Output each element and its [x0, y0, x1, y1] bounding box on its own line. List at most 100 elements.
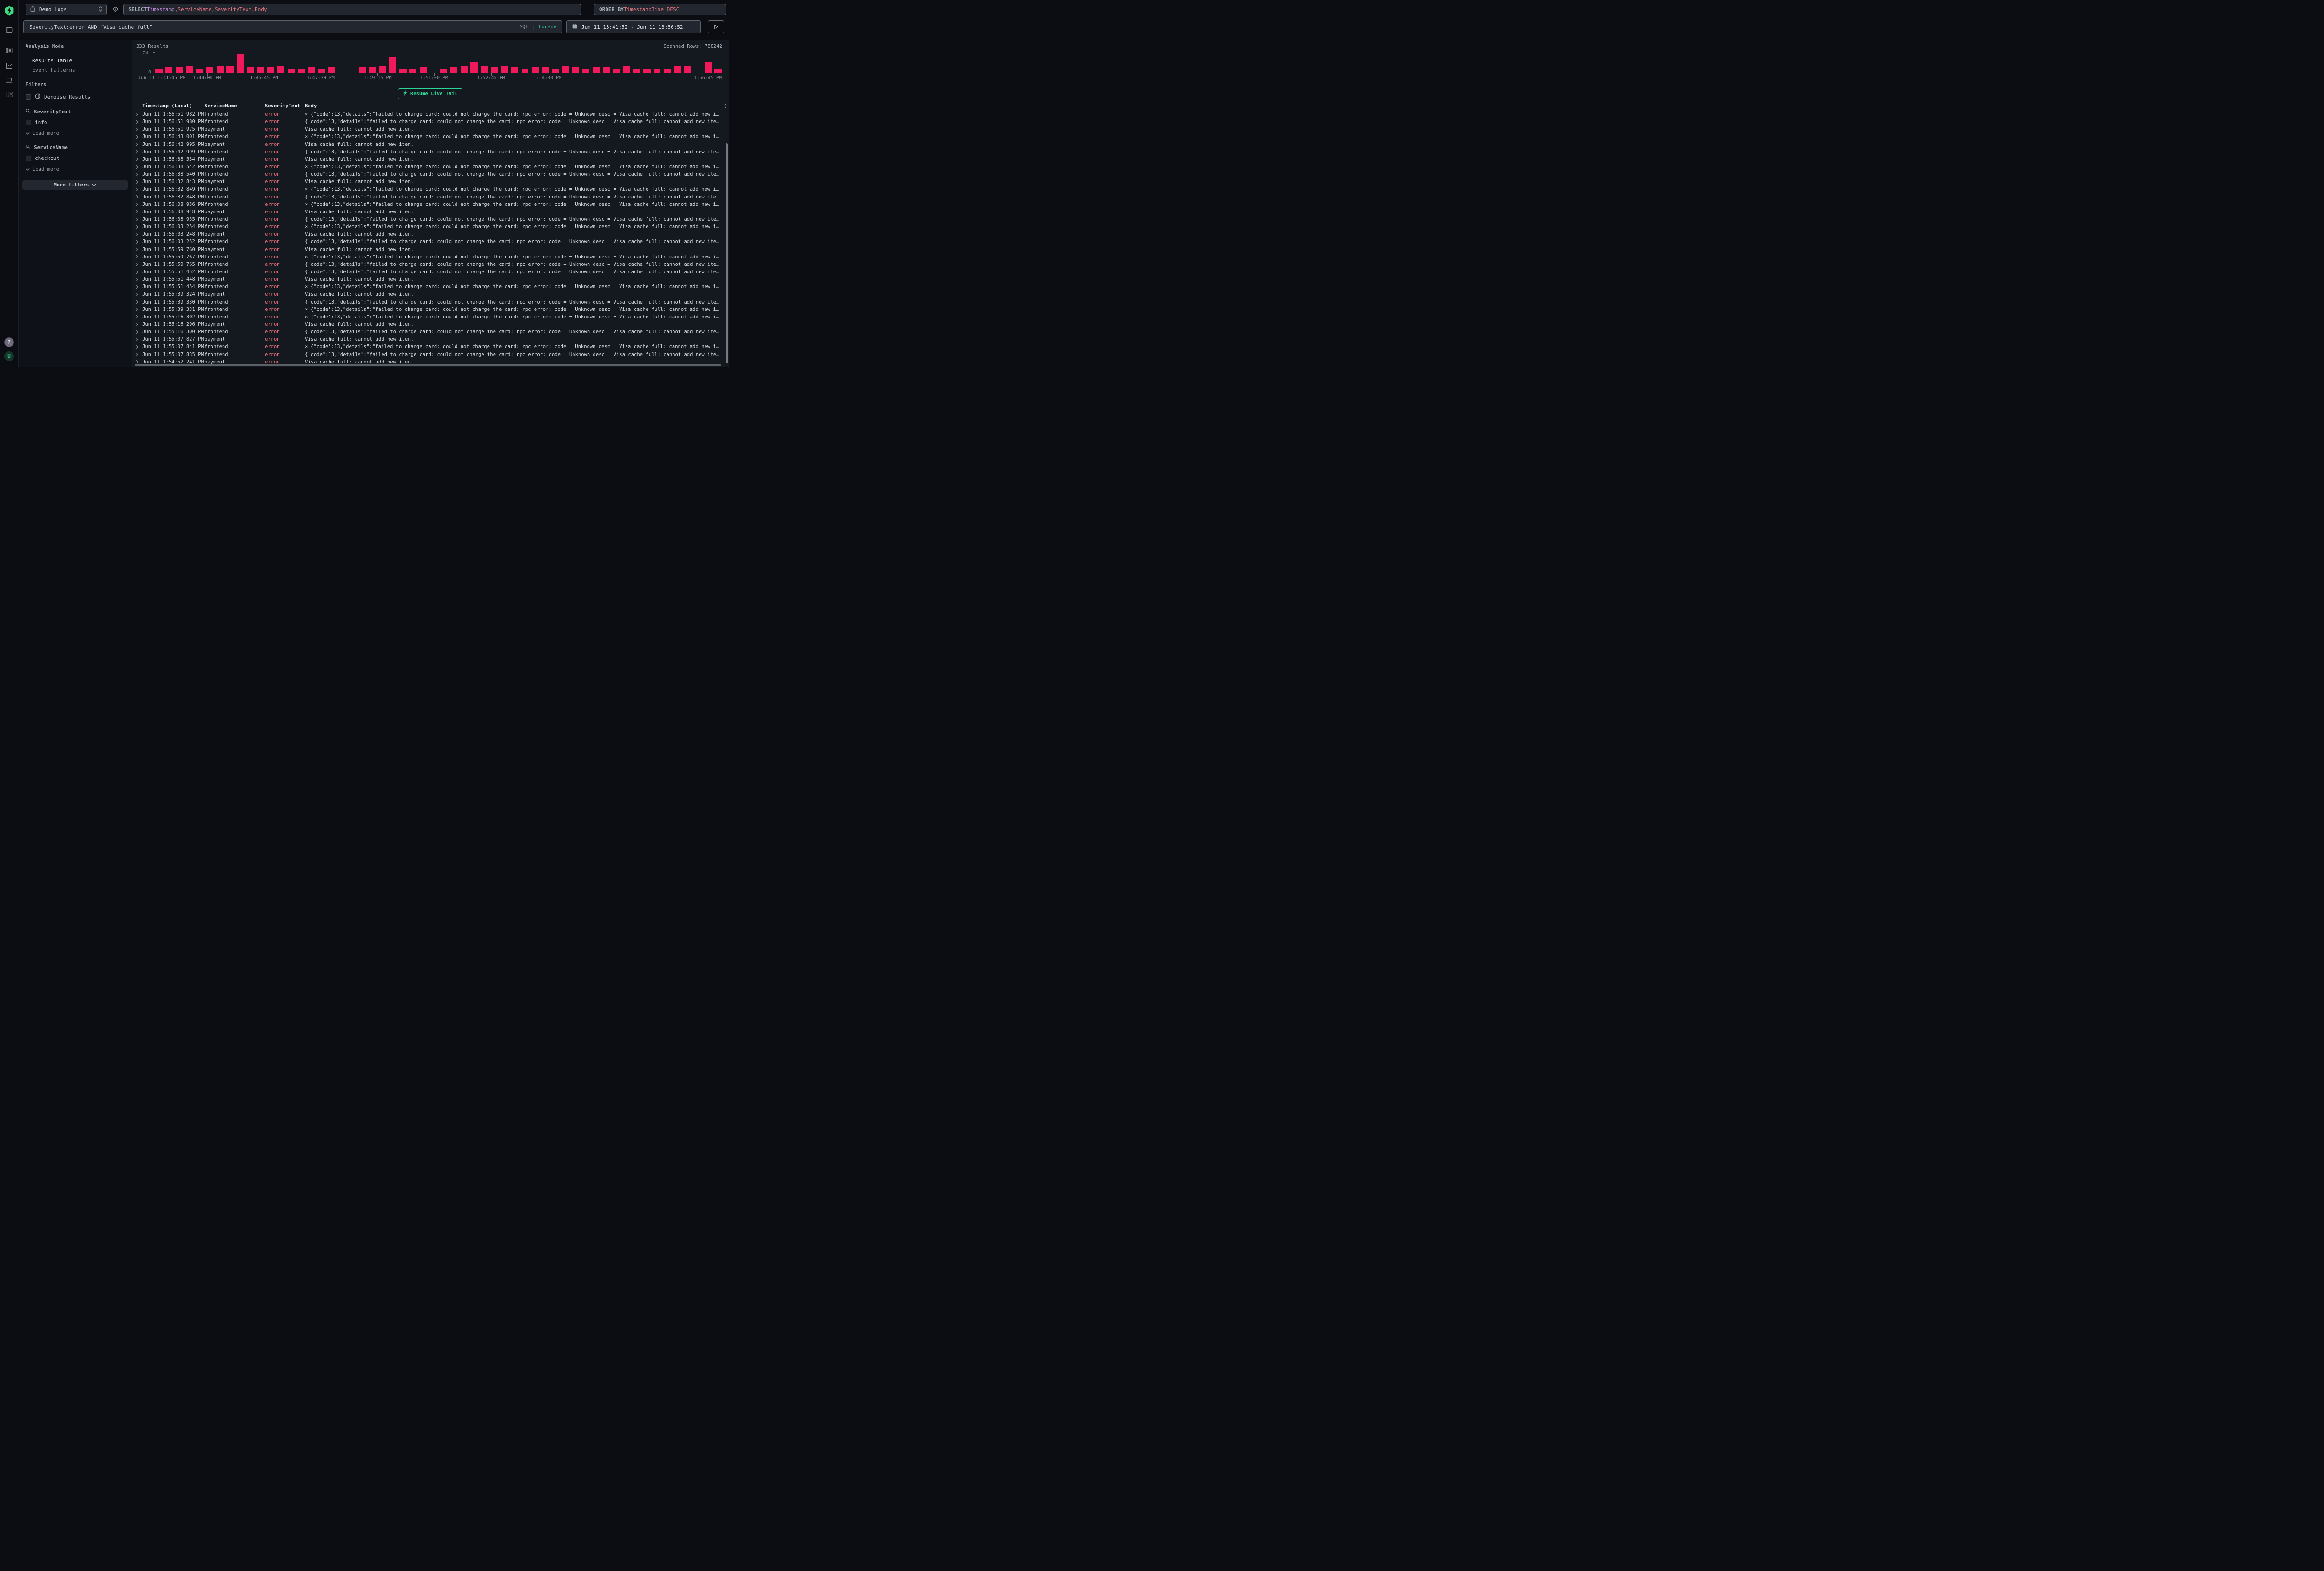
expand-row-chevron-icon[interactable] [135, 270, 142, 274]
chart-bar[interactable] [359, 67, 366, 73]
chart-bar[interactable] [277, 66, 284, 73]
column-header-servicename[interactable]: ServiceName [205, 103, 265, 109]
filter-group-title[interactable]: SeverityText [26, 108, 128, 115]
expand-row-chevron-icon[interactable] [135, 172, 142, 177]
date-range-picker[interactable]: Jun 11 13:41:52 - Jun 11 13:56:52 [566, 20, 701, 33]
log-row[interactable]: Jun 11 1:55:39.330 PMfrontenderror{"code… [135, 298, 729, 306]
log-row[interactable]: Jun 11 1:55:39.324 PMpaymenterrorVisa ca… [135, 290, 729, 298]
log-row[interactable]: Jun 11 1:56:03.248 PMpaymenterrorVisa ca… [135, 231, 729, 238]
chart-bar[interactable] [633, 69, 640, 73]
log-row[interactable]: Jun 11 1:55:39.331 PMfrontenderror×{"cod… [135, 306, 729, 313]
resume-live-tail-button[interactable]: Resume Live Tail [398, 88, 462, 99]
select-columns-input[interactable]: SELECT Timestamp, ServiceName, SeverityT… [123, 4, 581, 15]
log-row[interactable]: Jun 11 1:56:03.252 PMfrontenderror{"code… [135, 238, 729, 245]
expand-row-chevron-icon[interactable] [135, 180, 142, 184]
chart-bar[interactable] [542, 67, 549, 73]
chart-bar[interactable] [623, 66, 630, 73]
chart-bar[interactable] [399, 69, 406, 73]
expand-row-chevron-icon[interactable] [135, 112, 142, 117]
log-row[interactable]: Jun 11 1:56:32.849 PMfrontenderror×{"cod… [135, 185, 729, 193]
expand-row-chevron-icon[interactable] [135, 323, 142, 327]
log-row[interactable]: Jun 11 1:56:43.001 PMfrontenderror×{"cod… [135, 133, 729, 140]
expand-row-chevron-icon[interactable] [135, 127, 142, 132]
log-row[interactable]: Jun 11 1:56:38.534 PMpaymenterrorVisa ca… [135, 156, 729, 163]
chart-bar[interactable] [593, 67, 600, 73]
log-row[interactable]: Jun 11 1:56:03.254 PMfrontenderror×{"cod… [135, 223, 729, 231]
dashboards-icon[interactable] [6, 91, 13, 98]
chart-bar[interactable] [206, 67, 213, 73]
chart-bar[interactable] [470, 62, 477, 73]
app-logo-icon[interactable] [4, 5, 15, 16]
column-header-body[interactable]: Body [305, 103, 721, 109]
expand-row-chevron-icon[interactable] [135, 255, 142, 259]
chart-bar[interactable] [247, 67, 254, 73]
chart-bar[interactable] [714, 69, 721, 73]
expand-row-chevron-icon[interactable] [135, 292, 142, 297]
log-row[interactable]: Jun 11 1:55:16.300 PMfrontenderror{"code… [135, 328, 729, 336]
chart-bar[interactable] [572, 67, 579, 73]
log-row[interactable]: Jun 11 1:56:51.980 PMfrontenderror{"code… [135, 118, 729, 125]
expand-row-chevron-icon[interactable] [135, 210, 142, 214]
expand-row-chevron-icon[interactable] [135, 247, 142, 251]
chart-icon[interactable] [5, 62, 13, 70]
load-more-button[interactable]: Load more [26, 131, 128, 136]
chart-bar[interactable] [176, 67, 183, 73]
chart-bar[interactable] [288, 69, 295, 73]
expand-row-chevron-icon[interactable] [135, 352, 142, 356]
chart-bar[interactable] [481, 66, 488, 73]
expand-row-chevron-icon[interactable] [135, 202, 142, 206]
help-button[interactable]: ? [4, 337, 14, 347]
log-row[interactable]: Jun 11 1:56:08.948 PMpaymenterrorVisa ca… [135, 208, 729, 216]
expand-row-chevron-icon[interactable] [135, 285, 142, 289]
orderby-input[interactable]: ORDER BY TimestampTime DESC [594, 4, 726, 15]
chart-bar[interactable] [552, 69, 559, 73]
expand-row-chevron-icon[interactable] [135, 120, 142, 124]
chart-bar[interactable] [582, 69, 589, 73]
log-row[interactable]: Jun 11 1:55:07.827 PMpaymenterrorVisa ca… [135, 336, 729, 343]
source-select[interactable]: Demo Logs [26, 4, 107, 15]
expand-row-chevron-icon[interactable] [135, 157, 142, 161]
sessions-laptop-icon[interactable] [5, 76, 13, 84]
denoise-checkbox[interactable] [26, 94, 31, 100]
log-row[interactable]: Jun 11 1:55:59.765 PMfrontenderror{"code… [135, 261, 729, 268]
expand-row-chevron-icon[interactable] [135, 232, 142, 237]
chart-bar[interactable] [532, 67, 539, 73]
chart-bar[interactable] [237, 54, 244, 73]
chart-bar[interactable] [379, 66, 386, 73]
expand-row-chevron-icon[interactable] [135, 240, 142, 244]
expand-row-chevron-icon[interactable] [135, 195, 142, 199]
panel-left-icon[interactable] [5, 26, 13, 34]
chart-bar[interactable] [389, 57, 396, 73]
chart-bar[interactable] [643, 69, 650, 73]
chart-bar[interactable] [369, 67, 376, 73]
run-query-button[interactable] [708, 20, 724, 33]
log-row[interactable]: Jun 11 1:55:51.452 PMfrontenderror{"code… [135, 268, 729, 276]
chart-bar[interactable] [491, 67, 498, 73]
chart-bar[interactable] [461, 66, 468, 73]
log-row[interactable]: Jun 11 1:56:08.955 PMfrontenderror{"code… [135, 216, 729, 223]
expand-row-chevron-icon[interactable] [135, 330, 142, 334]
column-header-severitytext[interactable]: SeverityText [265, 103, 305, 109]
log-search-icon[interactable] [5, 46, 13, 54]
chart-bar[interactable] [217, 66, 224, 73]
expand-row-chevron-icon[interactable] [135, 345, 142, 349]
log-row[interactable]: Jun 11 1:55:16.302 PMfrontenderror×{"cod… [135, 313, 729, 321]
log-row[interactable]: Jun 11 1:56:51.982 PMfrontenderror×{"cod… [135, 111, 729, 118]
chart-bar[interactable] [196, 69, 203, 73]
chart-bar[interactable] [664, 69, 671, 73]
chart-bar[interactable] [328, 67, 335, 73]
filter-option-checkbox[interactable] [26, 120, 31, 125]
load-more-button[interactable]: Load more [26, 166, 128, 172]
chart-bar[interactable] [440, 69, 447, 73]
log-row[interactable]: Jun 11 1:55:59.760 PMpaymenterrorVisa ca… [135, 246, 729, 253]
log-row[interactable]: Jun 11 1:56:32.843 PMpaymenterrorVisa ca… [135, 178, 729, 185]
lucene-mode-toggle[interactable]: Lucene [539, 24, 556, 30]
search-input[interactable]: SeverityText:error AND "Visa cache full"… [23, 20, 562, 33]
chart-bar[interactable] [705, 62, 712, 73]
chart-bar[interactable] [308, 67, 315, 73]
chart-bar[interactable] [603, 67, 610, 73]
chart-bar[interactable] [522, 69, 528, 73]
expand-row-chevron-icon[interactable] [135, 165, 142, 169]
chart-bar[interactable] [501, 66, 508, 73]
log-row[interactable]: Jun 11 1:55:07.835 PMfrontenderror{"code… [135, 351, 729, 358]
